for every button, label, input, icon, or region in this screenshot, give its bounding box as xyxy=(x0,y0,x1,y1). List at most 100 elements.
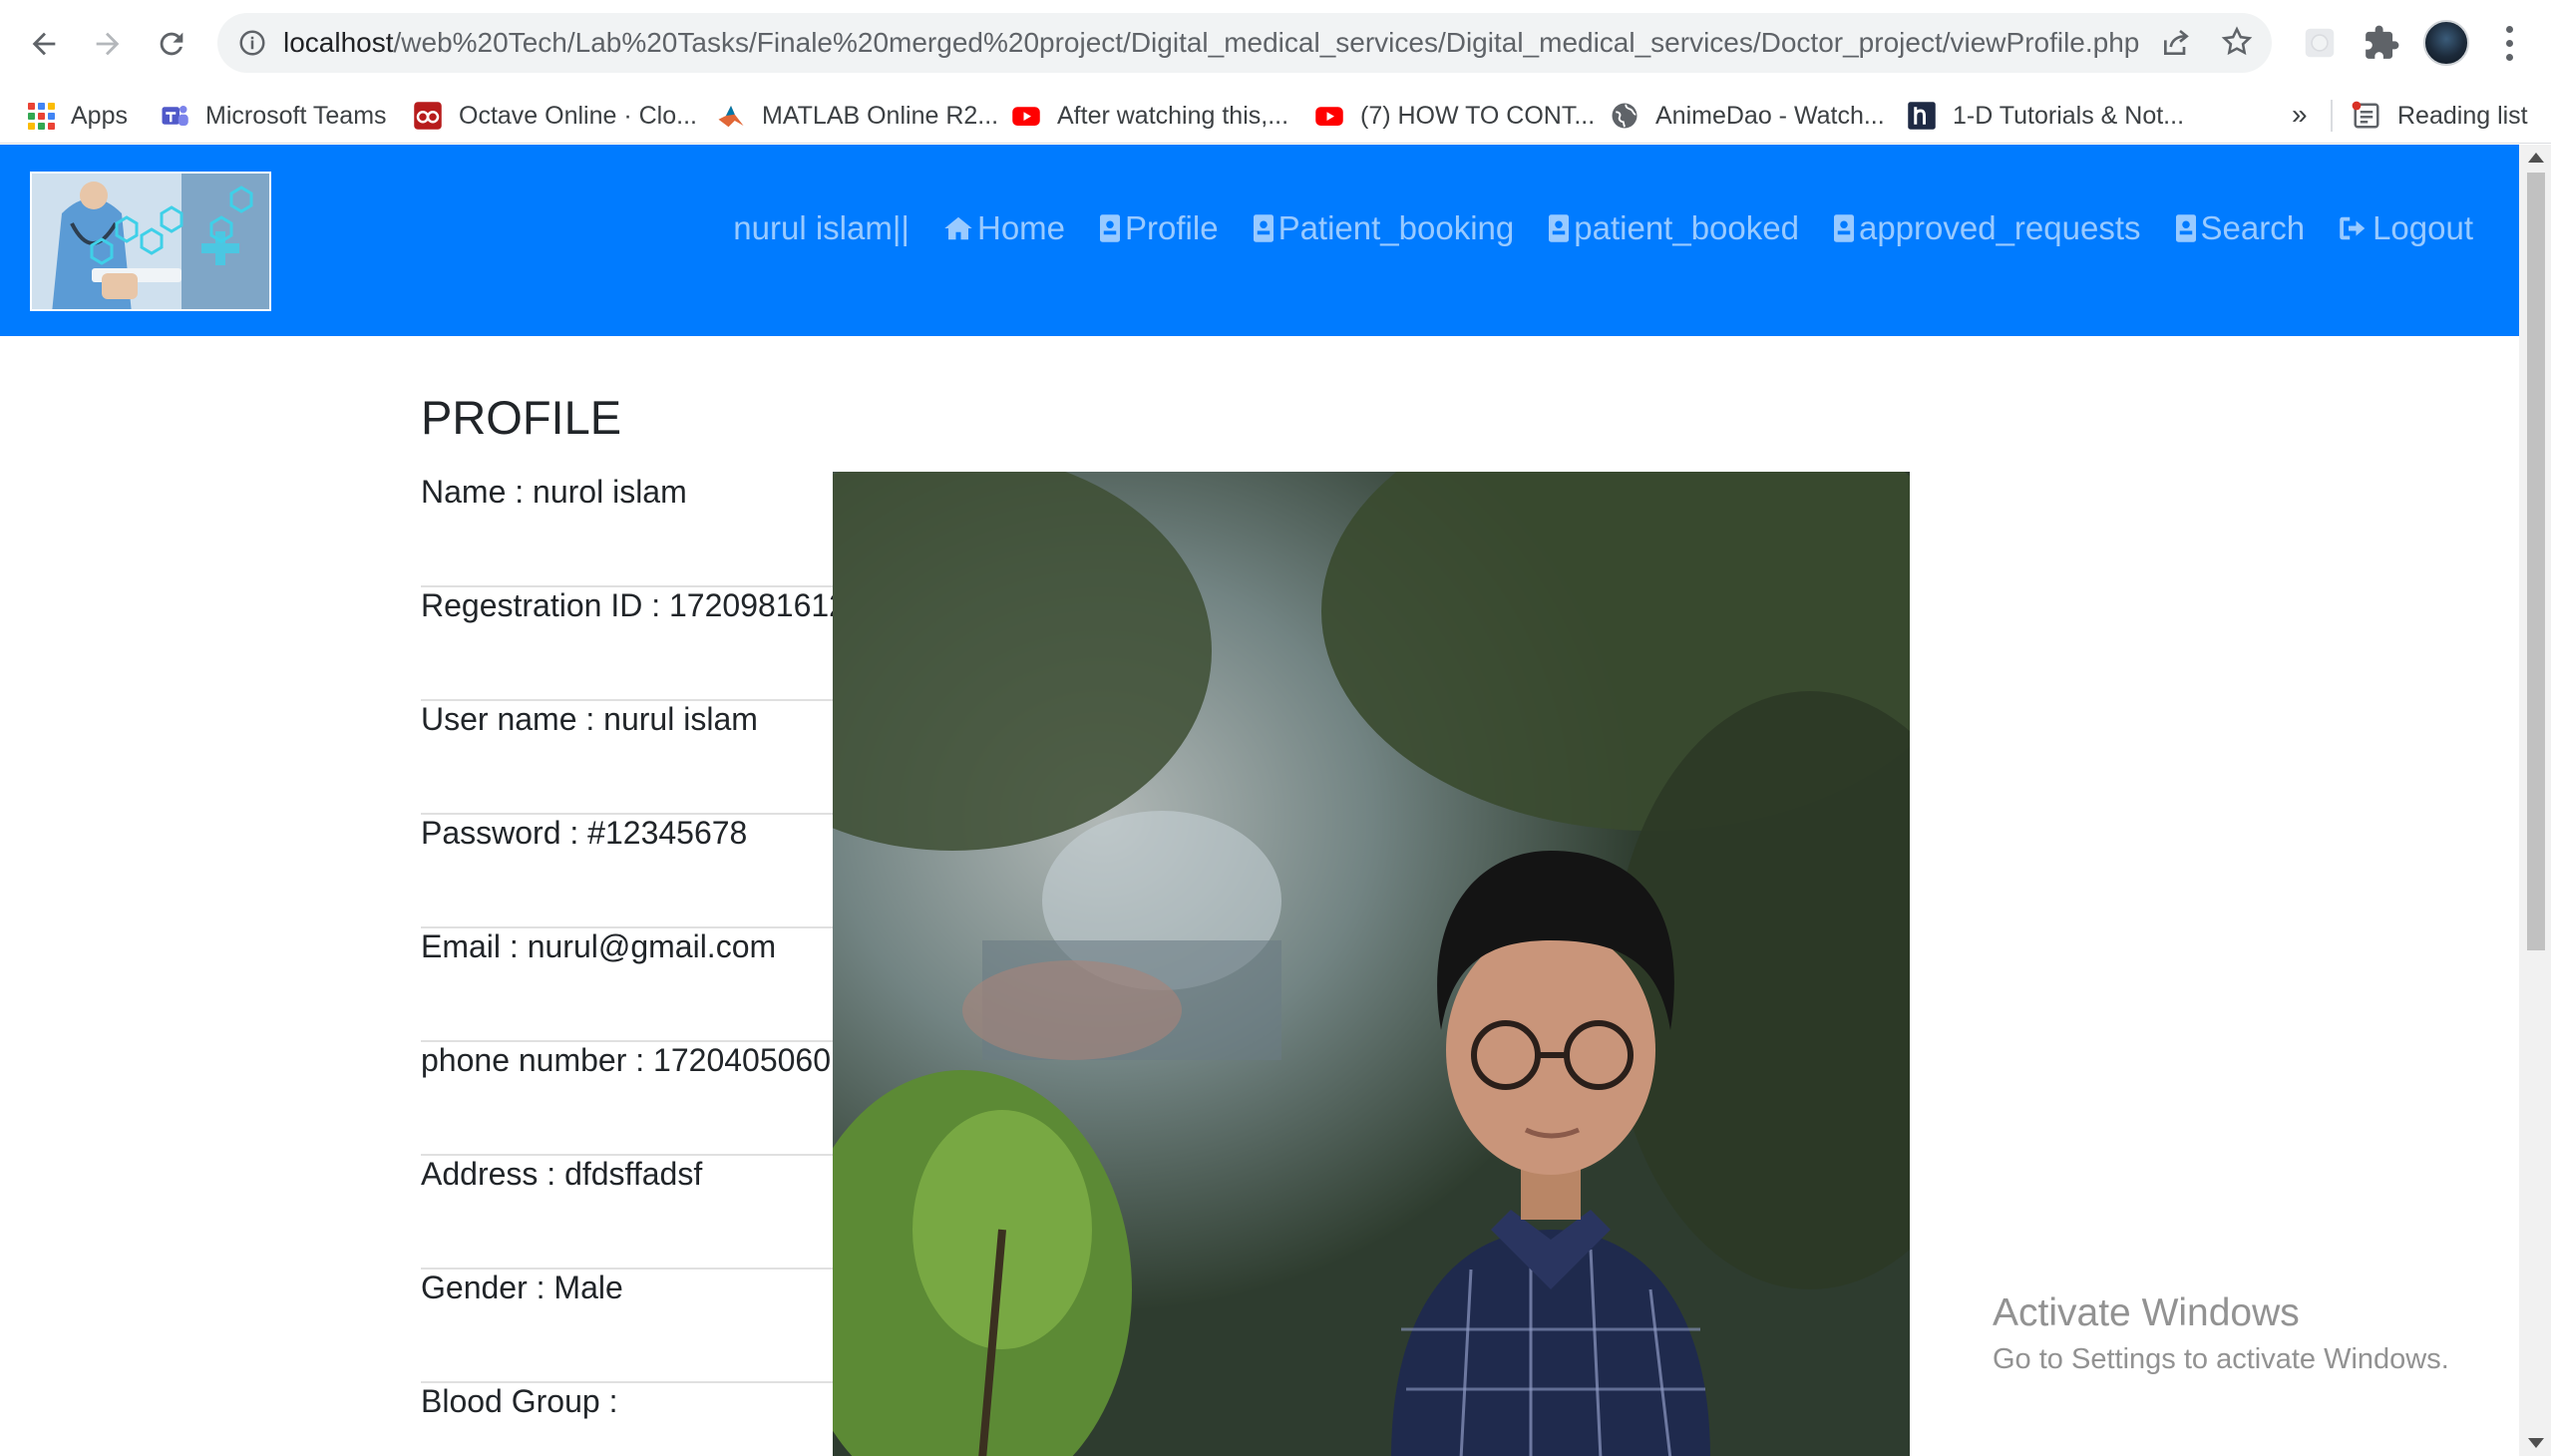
reload-button[interactable] xyxy=(148,20,195,68)
bookmark-animedao[interactable]: AnimeDao - Watch... xyxy=(1610,88,1885,144)
scroll-down-arrow-icon[interactable] xyxy=(2528,1438,2544,1448)
profile-avatar[interactable] xyxy=(2423,20,2469,66)
star-icon[interactable] xyxy=(2220,25,2254,59)
nav-profile[interactable]: Profile xyxy=(1097,209,1219,247)
browser-toolbar: localhost/web%20Tech/Lab%20Tasks/Finale%… xyxy=(0,0,2551,88)
bookmark-label: AnimeDao - Watch... xyxy=(1655,101,1885,130)
nav-patient-booking[interactable]: Patient_booking xyxy=(1251,209,1515,247)
nav-user-name[interactable]: nurul islam|| xyxy=(733,209,910,247)
home-icon xyxy=(944,216,972,240)
bookmark-matlab-online[interactable]: MATLAB Online R2... xyxy=(716,88,998,144)
scroll-up-arrow-icon[interactable] xyxy=(2528,153,2544,163)
profile-field-password: Password : #12345678 xyxy=(421,815,840,928)
nav-logout[interactable]: Logout xyxy=(2337,209,2473,247)
scrollbar-thumb[interactable] xyxy=(2527,173,2545,950)
teams-icon xyxy=(162,106,188,126)
bookmark-youtube-2[interactable]: (7) HOW TO CONT... xyxy=(1314,88,1595,144)
profile-photo-image xyxy=(833,472,1910,1456)
bookmark-label: 1-D Tutorials & Not... xyxy=(1953,101,2185,130)
forward-arrow-icon xyxy=(96,32,120,56)
nav-patient-booked[interactable]: patient_booked xyxy=(1546,209,1799,247)
field-text: phone number : 1720405060 xyxy=(421,1042,832,1078)
bookmark-microsoft-teams[interactable]: Microsoft Teams xyxy=(160,88,387,144)
bookmarks-divider xyxy=(2331,100,2333,132)
id-card-icon xyxy=(1549,214,1570,242)
info-icon[interactable] xyxy=(237,28,267,58)
url-host: localhost xyxy=(283,27,394,58)
watermark-line-2: Go to Settings to activate Windows. xyxy=(1993,1343,2449,1375)
octave-icon xyxy=(414,102,442,130)
field-text: Gender : Male xyxy=(421,1270,623,1305)
share-icon[interactable] xyxy=(2160,27,2192,59)
field-text: Email : nurul@gmail.com xyxy=(421,928,777,964)
id-card-icon xyxy=(1100,214,1121,242)
profile-field-name: Name : nurol islam xyxy=(421,474,840,587)
nav-logout-label: Logout xyxy=(2372,209,2473,246)
matlab-icon xyxy=(718,106,744,128)
page-title: PROFILE xyxy=(421,391,622,444)
nav-patient-booked-label: patient_booked xyxy=(1574,209,1799,246)
field-text: Name : nurol islam xyxy=(421,474,687,510)
nav-user-label: nurul islam|| xyxy=(733,209,910,246)
bookmark-label: After watching this,... xyxy=(1057,101,1289,130)
field-text: Password : #12345678 xyxy=(421,815,748,851)
site-navbar: nurul islam|| Home Profile Patient_booki… xyxy=(0,145,2519,336)
profile-field-gender: Gender : Male xyxy=(421,1270,840,1383)
nav-profile-label: Profile xyxy=(1125,209,1219,246)
nav-home-label: Home xyxy=(976,209,1066,246)
reload-icon xyxy=(160,32,183,56)
nav-patient-booking-label: Patient_booking xyxy=(1277,209,1515,246)
bookmarks-bar: Apps Microsoft Teams Octave Online · Clo… xyxy=(0,88,2551,144)
nav-links: nurul islam|| Home Profile Patient_booki… xyxy=(733,145,2473,312)
nav-search-label: Search xyxy=(2200,209,2306,246)
medical-logo-image xyxy=(32,174,269,309)
profile-field-username: User name : nurul islam xyxy=(421,701,840,815)
id-card-icon xyxy=(2175,214,2196,242)
bookmark-youtube-1[interactable]: After watching this,... xyxy=(1011,88,1288,144)
url-text[interactable]: localhost/web%20Tech/Lab%20Tasks/Finale%… xyxy=(283,13,2139,73)
extension-icon[interactable] xyxy=(2301,24,2339,62)
forward-button[interactable] xyxy=(84,20,132,68)
profile-field-email: Email : nurul@gmail.com xyxy=(421,928,840,1042)
nav-approved-requests-label: approved_requests xyxy=(1858,209,2141,246)
three-dots-icon[interactable] xyxy=(2495,22,2523,64)
field-text: Regestration ID : 1720981612 xyxy=(421,587,847,623)
youtube-icon xyxy=(1315,107,1343,126)
bookmark-label: Microsoft Teams xyxy=(205,101,387,130)
page-viewport: nurul islam|| Home Profile Patient_booki… xyxy=(0,145,2519,1456)
reading-list-button[interactable]: Reading list xyxy=(2352,88,2528,144)
id-card-icon xyxy=(1833,214,1854,242)
bookmark-label: MATLAB Online R2... xyxy=(762,101,999,130)
globe-icon xyxy=(1612,103,1638,129)
reading-list-label: Reading list xyxy=(2397,101,2528,130)
bookmark-label: Apps xyxy=(71,101,128,130)
profile-photo xyxy=(833,472,1910,1456)
address-bar[interactable]: localhost/web%20Tech/Lab%20Tasks/Finale%… xyxy=(217,13,2272,73)
bookmarks-more-chevron[interactable]: » xyxy=(2292,88,2308,144)
vertical-scrollbar[interactable] xyxy=(2519,145,2551,1456)
logout-icon xyxy=(2340,216,2366,240)
h-icon xyxy=(1908,102,1936,130)
field-text: Address : dfdsffadsf xyxy=(421,1156,703,1192)
nav-home[interactable]: Home xyxy=(941,209,1065,247)
profile-field-blood-group: Blood Group : xyxy=(421,1383,840,1456)
bookmark-octave-online[interactable]: Octave Online · Clo... xyxy=(413,88,697,144)
site-logo[interactable] xyxy=(30,172,271,311)
back-button[interactable] xyxy=(20,20,68,68)
id-card-icon xyxy=(1253,214,1274,242)
bookmark-apps[interactable]: Apps xyxy=(28,88,128,144)
bookmark-label: Octave Online · Clo... xyxy=(459,101,697,130)
youtube-icon xyxy=(1012,107,1040,126)
profile-field-phone: phone number : 1720405060 xyxy=(421,1042,840,1156)
nav-search[interactable]: Search xyxy=(2173,209,2306,247)
bookmark-label: (7) HOW TO CONT... xyxy=(1360,101,1596,130)
puzzle-icon[interactable] xyxy=(2363,24,2400,62)
bookmark-1d-tutorials[interactable]: 1-D Tutorials & Not... xyxy=(1907,88,2184,144)
apps-grid-icon xyxy=(28,102,55,130)
nav-approved-requests[interactable]: approved_requests xyxy=(1831,209,2141,247)
reading-list-icon xyxy=(2352,101,2379,129)
watermark-line-1: Activate Windows xyxy=(1993,1291,2300,1334)
field-text: User name : nurul islam xyxy=(421,701,758,737)
url-path: /web%20Tech/Lab%20Tasks/Finale%20merged%… xyxy=(393,27,2140,58)
field-text: Blood Group : xyxy=(421,1383,618,1419)
